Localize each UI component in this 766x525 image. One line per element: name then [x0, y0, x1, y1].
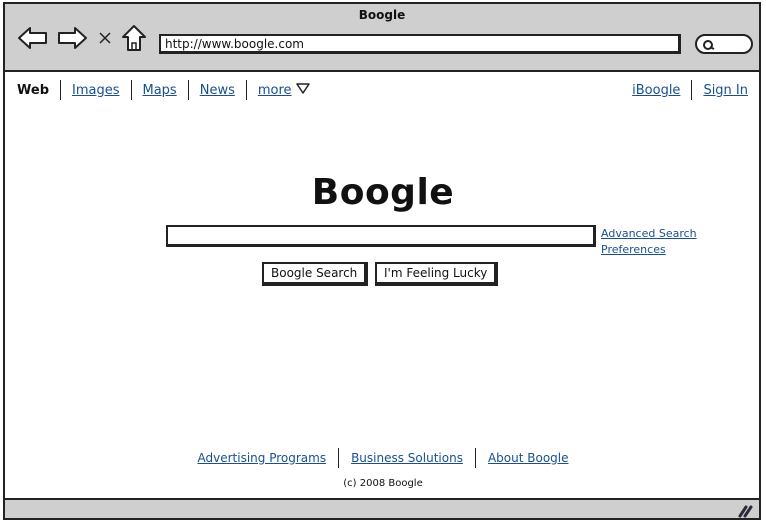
- nav-web[interactable]: Web: [17, 83, 49, 98]
- forward-arrow-icon[interactable]: [56, 26, 88, 54]
- preferences-link[interactable]: Preferences: [601, 242, 697, 258]
- stop-icon[interactable]: [98, 30, 112, 49]
- browser-chrome: Boogle http://www.boogle.com: [3, 2, 761, 72]
- divider: [474, 448, 476, 468]
- divider: [187, 80, 189, 100]
- footer-links: Advertising Programs Business Solutions …: [0, 448, 766, 468]
- divider: [245, 80, 247, 100]
- nav-more[interactable]: more: [258, 83, 292, 98]
- divider: [130, 80, 132, 100]
- copyright: (c) 2008 Boogle: [343, 478, 423, 489]
- account-navigation: iBoogle Sign In: [632, 80, 748, 100]
- home-icon[interactable]: [121, 24, 147, 56]
- about-link[interactable]: About Boogle: [488, 451, 569, 465]
- browser-search-field[interactable]: [695, 34, 753, 54]
- feeling-lucky-button[interactable]: I'm Feeling Lucky: [375, 262, 499, 286]
- business-solutions-link[interactable]: Business Solutions: [351, 451, 463, 465]
- iboogle-link[interactable]: iBoogle: [632, 83, 680, 98]
- advertising-programs-link[interactable]: Advertising Programs: [198, 451, 327, 465]
- address-bar[interactable]: http://www.boogle.com: [159, 34, 681, 54]
- search-button[interactable]: Boogle Search: [262, 262, 369, 286]
- advanced-search-link[interactable]: Advanced Search: [601, 226, 697, 242]
- chevron-down-icon[interactable]: [295, 82, 310, 98]
- nav-images[interactable]: Images: [72, 83, 120, 98]
- logo: Boogle: [311, 172, 455, 213]
- status-bar: [3, 498, 761, 520]
- resize-grip-icon[interactable]: [737, 503, 753, 522]
- search-icon: [703, 40, 715, 50]
- back-arrow-icon[interactable]: [17, 26, 49, 54]
- sign-in-link[interactable]: Sign In: [703, 83, 748, 98]
- window-title: Boogle: [358, 8, 406, 22]
- search-input[interactable]: [166, 225, 596, 247]
- search-options: Advanced Search Preferences: [601, 226, 697, 258]
- nav-maps[interactable]: Maps: [143, 83, 177, 98]
- top-navigation: Web Images Maps News more: [17, 80, 310, 100]
- divider: [691, 80, 693, 100]
- divider: [60, 80, 61, 100]
- nav-news[interactable]: News: [200, 83, 235, 98]
- divider: [338, 448, 340, 468]
